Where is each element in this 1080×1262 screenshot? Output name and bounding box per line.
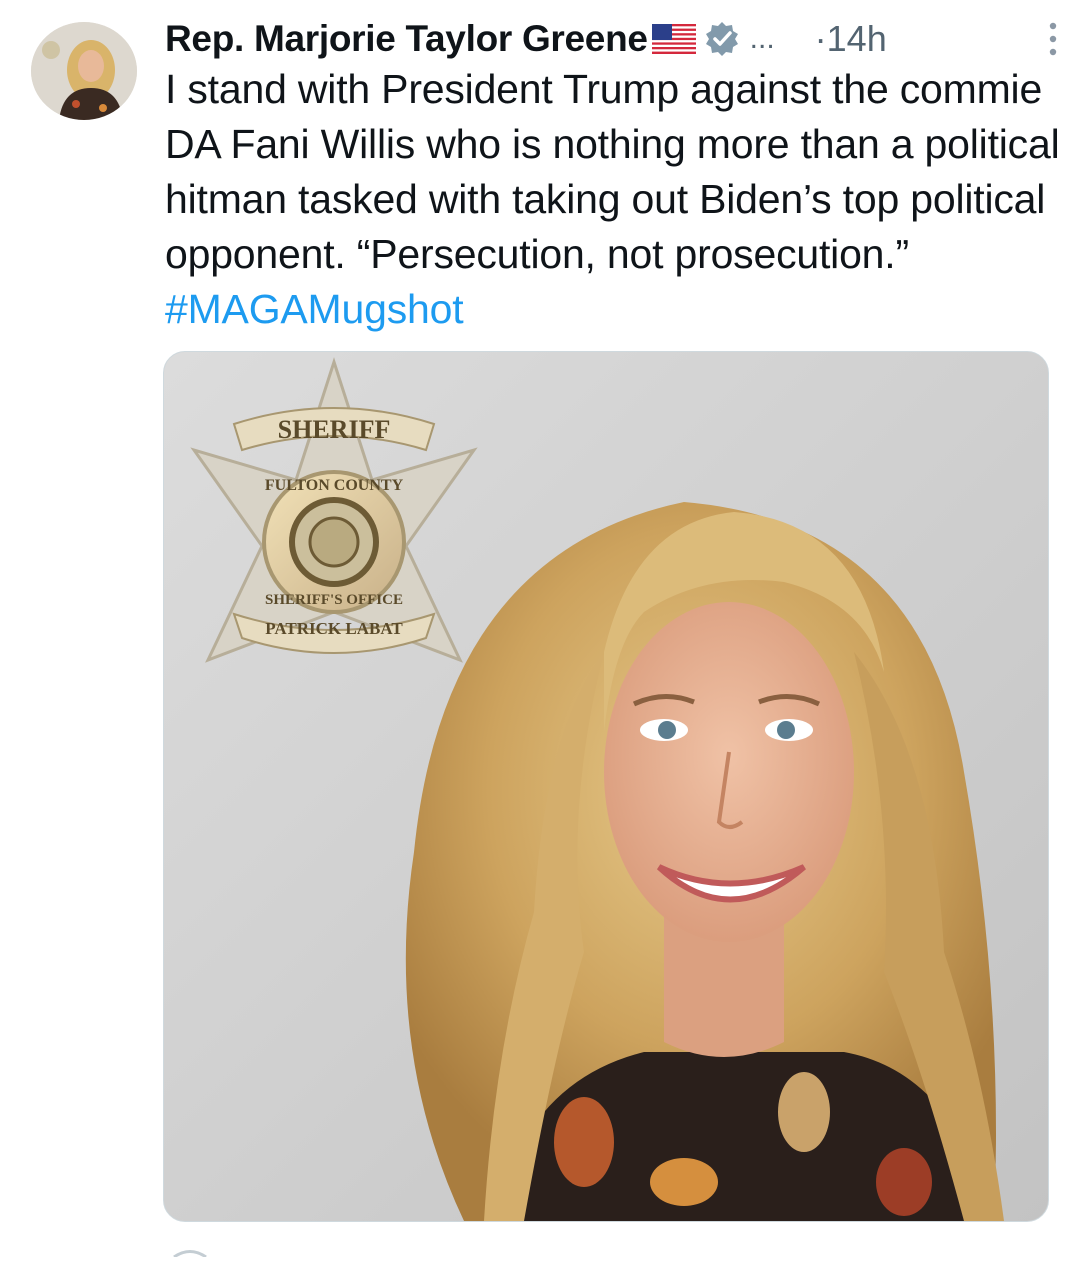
truncation-ellipsis: ... xyxy=(749,22,775,55)
author-avatar[interactable] xyxy=(31,22,137,120)
badge-title: SHERIFF xyxy=(278,415,391,444)
more-vertical-icon[interactable] xyxy=(1046,22,1060,56)
action-bar-partial xyxy=(170,1244,210,1259)
tweet-body: I stand with President Trump against the… xyxy=(165,66,1060,277)
badge-office: SHERIFF'S OFFICE xyxy=(265,592,403,608)
author-name[interactable]: Rep. Marjorie Taylor Greene xyxy=(165,18,648,60)
verified-badge-icon[interactable] xyxy=(704,21,740,57)
tweet-text: I stand with President Trump against the… xyxy=(165,62,1065,337)
badge-county: FULTON COUNTY xyxy=(265,477,404,494)
us-flag-icon xyxy=(651,24,696,54)
tweet-media-image[interactable]: SHERIFF FULTON COUNTY SHERIFF'S OFFICE P… xyxy=(163,351,1049,1222)
hashtag-link[interactable]: #MAGAMugshot xyxy=(165,286,464,332)
badge-name: PATRICK LABAT xyxy=(265,619,403,638)
tweet-header: Rep. Marjorie Taylor Greene ... ·14h xyxy=(165,14,1065,64)
tweet-timestamp[interactable]: ·14h xyxy=(815,18,887,60)
